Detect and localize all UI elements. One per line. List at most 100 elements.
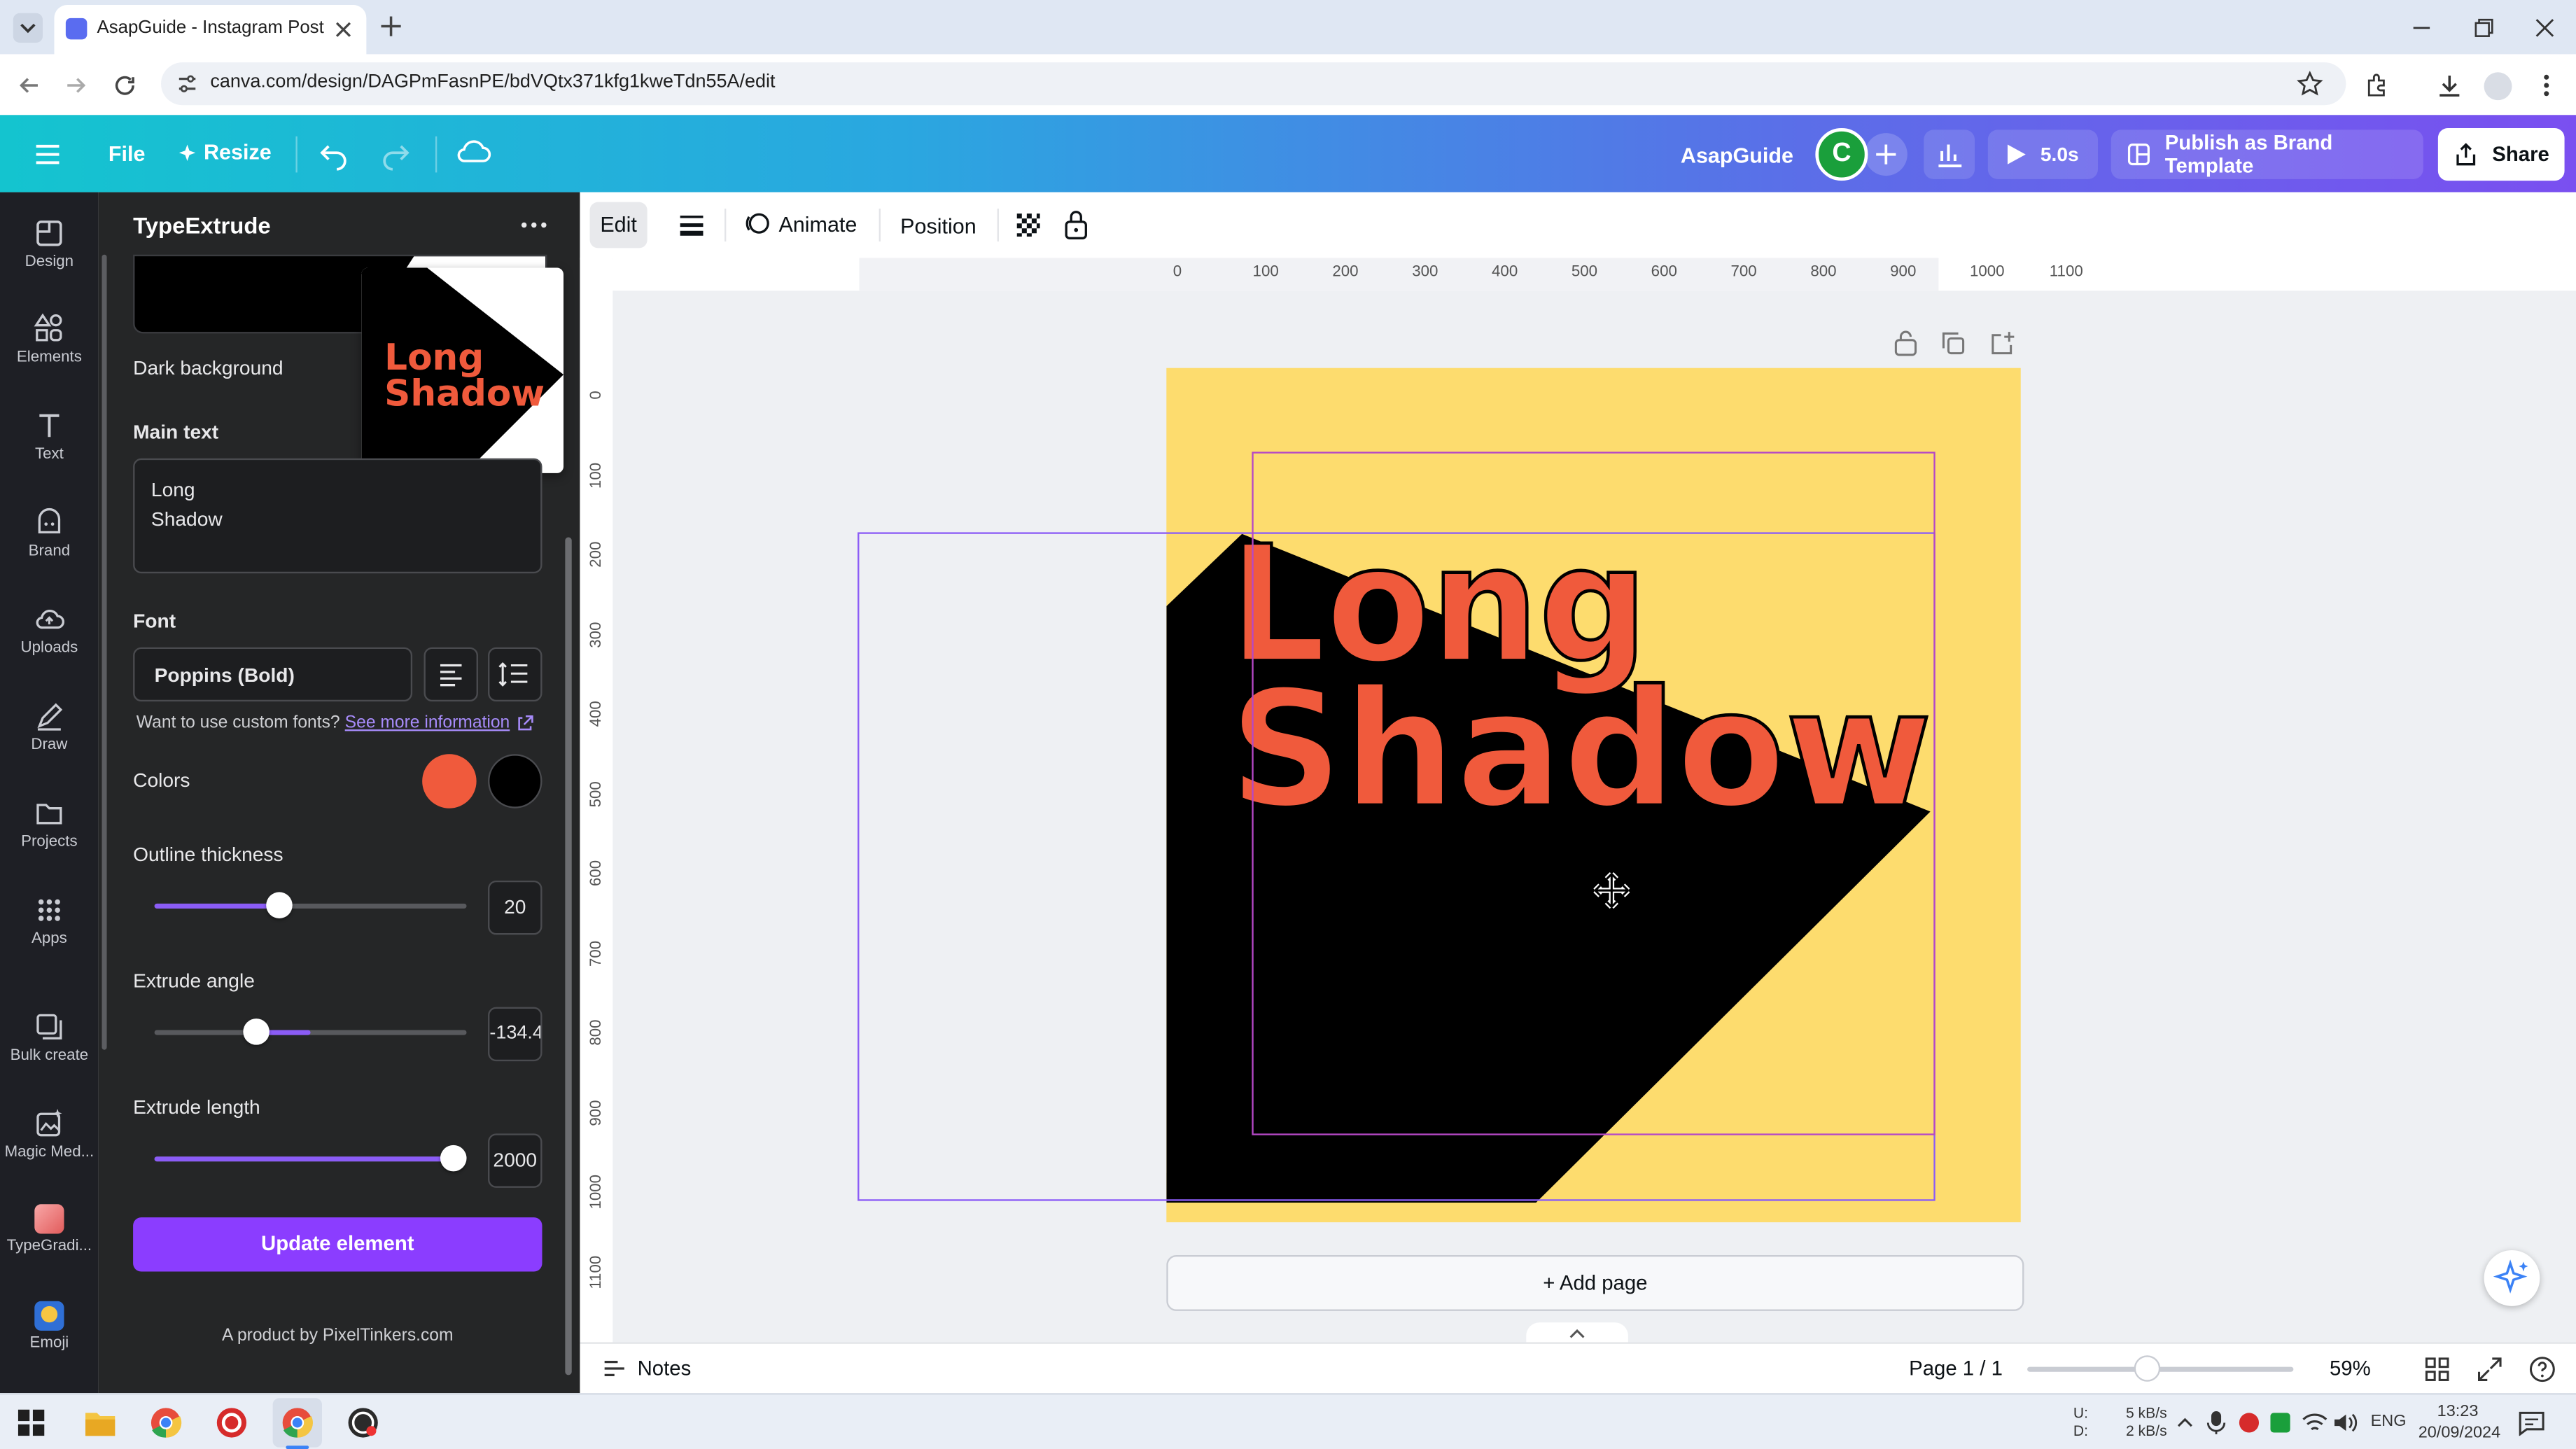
fullscreen-icon[interactable]: [2477, 1357, 2502, 1382]
invite-button[interactable]: [1864, 133, 1907, 176]
rail-item-typegradient[interactable]: TypeGradi...: [0, 1204, 99, 1255]
lock-page-icon[interactable]: [1893, 328, 1919, 358]
zoom-slider-thumb[interactable]: [2134, 1355, 2160, 1382]
font-select[interactable]: Poppins (Bold): [133, 647, 413, 702]
magic-media-icon: [36, 1109, 62, 1137]
file-menu[interactable]: File: [108, 141, 146, 166]
color-swatch-primary[interactable]: [422, 754, 477, 808]
microphone-icon[interactable]: [2206, 1410, 2226, 1436]
zoom-slider[interactable]: [2027, 1355, 2294, 1382]
magic-assistant-button[interactable]: [2484, 1250, 2540, 1306]
clock[interactable]: 13:23 20/09/2024: [2418, 1401, 2500, 1444]
bookmark-star-icon[interactable]: [2297, 71, 2323, 97]
reload-icon[interactable]: [112, 72, 139, 99]
rail-item-draw[interactable]: Draw: [0, 700, 99, 754]
extrude-length-value[interactable]: 2000: [488, 1133, 542, 1188]
selection-frame-inner[interactable]: [1252, 451, 1935, 1135]
app-tray-icon[interactable]: [2269, 1411, 2292, 1434]
browser-menu-icon[interactable]: [2535, 71, 2558, 100]
tab-search-button[interactable]: [13, 13, 43, 43]
outline-thickness-slider[interactable]: [154, 892, 467, 918]
browser-tab[interactable]: AsapGuide - Instagram Post: [54, 5, 367, 55]
undo-icon[interactable]: [317, 138, 350, 171]
animate-button[interactable]: Animate: [744, 210, 857, 237]
rail-scrollbar[interactable]: [102, 254, 107, 1050]
new-tab-icon[interactable]: [379, 15, 402, 38]
rail-item-uploads[interactable]: Uploads: [0, 603, 99, 657]
rail-item-brand[interactable]: Brand: [0, 506, 99, 560]
publish-brand-template-button[interactable]: Publish as Brand Template: [2110, 130, 2423, 179]
redo-icon[interactable]: [379, 138, 412, 171]
more-options-icon[interactable]: [519, 214, 549, 237]
close-tab-icon[interactable]: [333, 20, 353, 39]
extrude-angle-value[interactable]: -134.4: [488, 1007, 542, 1062]
show-pages-handle[interactable]: [1526, 1322, 1628, 1343]
windows-start-icon[interactable]: [18, 1409, 45, 1436]
help-icon[interactable]: [2528, 1355, 2556, 1383]
share-button[interactable]: Share: [2437, 128, 2565, 181]
notes-button[interactable]: Notes: [601, 1357, 691, 1380]
download-icon[interactable]: [2435, 71, 2464, 100]
position-button[interactable]: Position: [900, 214, 976, 238]
chrome-icon[interactable]: [150, 1406, 183, 1439]
recorder-tray-icon[interactable]: [2238, 1411, 2261, 1434]
outline-thickness-value[interactable]: 20: [488, 880, 542, 935]
tray-chevron-up-icon[interactable]: [2175, 1413, 2194, 1432]
main-text-input[interactable]: Long Shadow: [133, 458, 542, 574]
update-element-button[interactable]: Update element: [133, 1217, 542, 1272]
slider-thumb[interactable]: [243, 1018, 270, 1045]
add-page-icon[interactable]: [1989, 330, 2016, 357]
ruler-tick-label: 900: [587, 1099, 606, 1126]
see-more-information-link[interactable]: See more information: [345, 713, 510, 733]
team-name[interactable]: AsapGuide: [1681, 143, 1793, 167]
panel-scrollbar[interactable]: [565, 537, 572, 1376]
wifi-icon[interactable]: [2302, 1411, 2328, 1434]
edit-button[interactable]: Edit: [589, 202, 648, 248]
minimize-icon[interactable]: [2410, 16, 2433, 39]
resize-button[interactable]: Resize: [177, 139, 272, 164]
present-button[interactable]: 5.0s: [1987, 130, 2099, 179]
chrome-active-icon[interactable]: [281, 1406, 314, 1439]
forward-icon[interactable]: [62, 72, 89, 99]
rail-item-magic-media[interactable]: Magic Med...: [0, 1107, 99, 1161]
color-swatch-secondary[interactable]: [488, 754, 542, 808]
obs-icon[interactable]: [346, 1406, 379, 1439]
profile-avatar[interactable]: [2484, 72, 2512, 101]
back-icon[interactable]: [16, 72, 43, 99]
rail-item-projects[interactable]: Projects: [0, 797, 99, 851]
extrude-angle-slider[interactable]: [154, 1018, 467, 1045]
slider-thumb[interactable]: [266, 892, 293, 918]
url-bar[interactable]: canva.com/design/DAGPmFasnPE/bdVQtx371kf…: [161, 62, 2346, 106]
rail-item-bulk-create[interactable]: Bulk create: [0, 1010, 99, 1065]
transparency-icon[interactable]: [1015, 212, 1042, 239]
insights-button[interactable]: [1924, 130, 1975, 179]
main-menu-icon[interactable]: [33, 141, 62, 168]
line-weight-icon[interactable]: [678, 212, 705, 239]
close-window-icon[interactable]: [2533, 16, 2556, 39]
rail-item-elements[interactable]: Elements: [0, 312, 99, 366]
notifications-icon[interactable]: [2519, 1411, 2545, 1436]
duplicate-page-icon[interactable]: [1940, 330, 1967, 357]
extensions-icon[interactable]: [2362, 71, 2392, 100]
line-spacing-button[interactable]: [488, 647, 542, 702]
cloud-save-icon[interactable]: [455, 136, 491, 169]
rail-item-emoji[interactable]: Emoji: [0, 1301, 99, 1352]
restore-icon[interactable]: [2472, 16, 2496, 39]
rail-item-apps[interactable]: Apps: [0, 894, 99, 948]
language-indicator[interactable]: ENG: [2371, 1413, 2407, 1431]
add-page-button[interactable]: + Add page: [1166, 1255, 2024, 1311]
extrude-length-slider[interactable]: [154, 1144, 467, 1172]
user-avatar[interactable]: C: [1815, 128, 1868, 181]
rail-item-design[interactable]: Design: [0, 217, 99, 271]
lock-icon[interactable]: [1063, 209, 1089, 241]
text-align-button[interactable]: [424, 647, 478, 702]
rail-item-text[interactable]: Text: [0, 409, 99, 463]
site-settings-icon[interactable]: [176, 72, 199, 95]
zoom-level[interactable]: 59%: [2330, 1357, 2371, 1380]
slider-thumb[interactable]: [440, 1144, 467, 1172]
file-explorer-icon[interactable]: [84, 1408, 117, 1437]
volume-icon[interactable]: [2333, 1411, 2360, 1434]
recorder-icon[interactable]: [215, 1406, 248, 1439]
page-indicator[interactable]: Page 1 / 1: [1909, 1357, 2003, 1380]
grid-view-icon[interactable]: [2425, 1357, 2449, 1382]
